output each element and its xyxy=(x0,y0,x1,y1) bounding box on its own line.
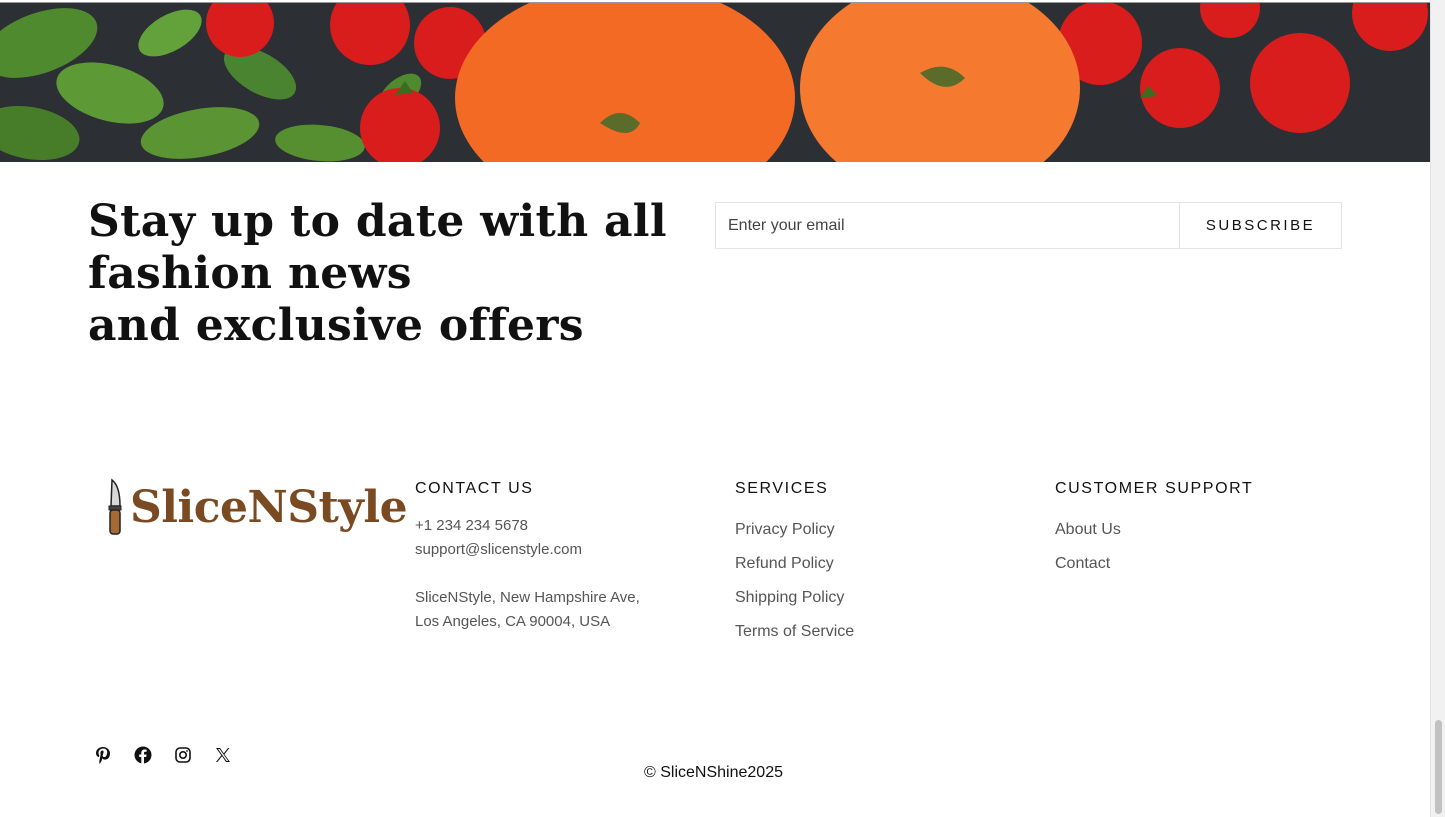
contact-title: CONTACT US xyxy=(415,480,534,497)
contact-column: CONTACT US +1 234 234 5678 support@slice… xyxy=(415,480,640,634)
email-input[interactable] xyxy=(716,203,1179,248)
services-column: SERVICES Privacy Policy Refund Policy Sh… xyxy=(735,480,854,656)
subscribe-button[interactable]: SUBSCRIBE xyxy=(1179,203,1341,248)
newsletter-heading: Stay up to date with all fashion news an… xyxy=(88,196,688,352)
page-scrollbar[interactable] xyxy=(1430,0,1445,817)
newsletter-heading-line2: and exclusive offers xyxy=(88,300,584,351)
customer-support-column: CUSTOMER SUPPORT About Us Contact xyxy=(1055,480,1253,588)
about-us-link[interactable]: About Us xyxy=(1055,520,1253,540)
knife-icon xyxy=(108,478,122,535)
refund-policy-link[interactable]: Refund Policy xyxy=(735,554,854,574)
newsletter-form: SUBSCRIBE xyxy=(715,202,1342,249)
social-links xyxy=(93,745,233,765)
contact-address-line2: Los Angeles, CA 90004, USA xyxy=(415,613,611,630)
contact-address-line1: SliceNStyle, New Hampshire Ave, xyxy=(415,589,640,606)
scrollbar-thumb[interactable] xyxy=(1435,720,1442,814)
instagram-icon[interactable] xyxy=(173,745,193,765)
brand-name: SliceNStyle xyxy=(130,481,408,533)
terms-of-service-link[interactable]: Terms of Service xyxy=(735,622,854,642)
contact-link[interactable]: Contact xyxy=(1055,554,1253,574)
newsletter-heading-line1: Stay up to date with all fashion news xyxy=(88,196,667,299)
copyright-text: © SliceNShine2025 xyxy=(644,764,783,781)
pinterest-icon[interactable] xyxy=(93,745,113,765)
shipping-policy-link[interactable]: Shipping Policy xyxy=(735,588,854,608)
customer-support-title: CUSTOMER SUPPORT xyxy=(1055,480,1254,497)
privacy-policy-link[interactable]: Privacy Policy xyxy=(735,520,854,540)
contact-phone[interactable]: +1 234 234 5678 xyxy=(415,514,640,538)
hero-banner-image xyxy=(0,2,1430,162)
x-twitter-icon[interactable] xyxy=(213,745,233,765)
facebook-icon[interactable] xyxy=(133,745,153,765)
contact-email[interactable]: support@slicenstyle.com xyxy=(415,538,640,562)
brand-logo[interactable]: SliceNStyle xyxy=(106,478,408,536)
services-title: SERVICES xyxy=(735,480,829,497)
